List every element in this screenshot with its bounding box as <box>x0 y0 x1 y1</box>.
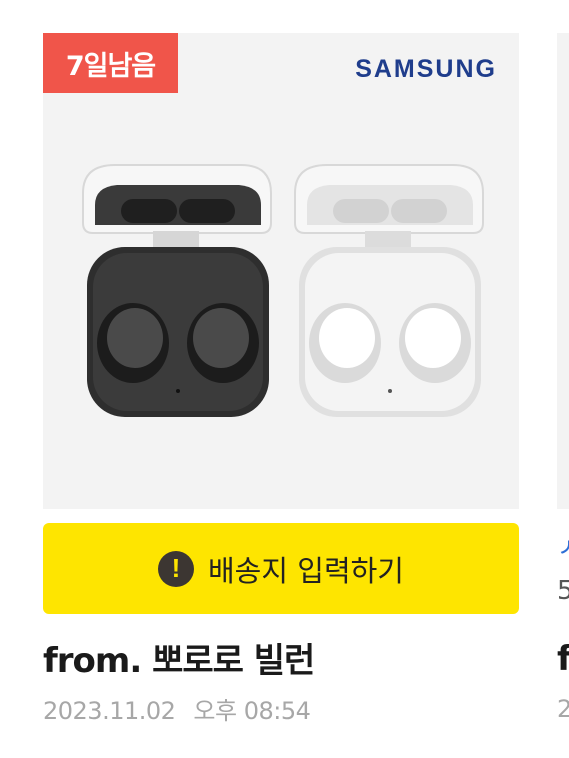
next-card-image <box>557 33 569 509</box>
white-case <box>294 164 484 417</box>
product-image[interactable]: 7일남음 SAMSUNG <box>43 33 519 509</box>
samsung-logo: SAMSUNG <box>355 55 497 83</box>
next-card-text-1: ㅅ <box>557 534 569 564</box>
received-timestamp: 2023.11.02 오후 08:54 <box>43 691 311 726</box>
next-card-text-2: 5 <box>557 576 569 606</box>
received-date: 2023.11.02 <box>43 697 176 725</box>
days-left-badge: 7일남음 <box>43 33 178 93</box>
enter-address-label: 배송지 입력하기 <box>208 553 404 588</box>
graphite-case <box>82 164 272 417</box>
sender-name: from. 뽀로로 빌런 <box>43 641 315 681</box>
next-gift-card-peek[interactable]: ㅅ 5 f 2 <box>557 33 569 733</box>
enter-address-button[interactable]: ! 배송지 입력하기 <box>43 523 519 614</box>
next-card-text-3: f <box>557 639 569 679</box>
earbuds-illustration <box>82 164 484 417</box>
alert-icon: ! <box>158 550 194 587</box>
received-time: 오후 08:54 <box>193 697 311 725</box>
next-card-text-4: 2 <box>557 695 569 723</box>
